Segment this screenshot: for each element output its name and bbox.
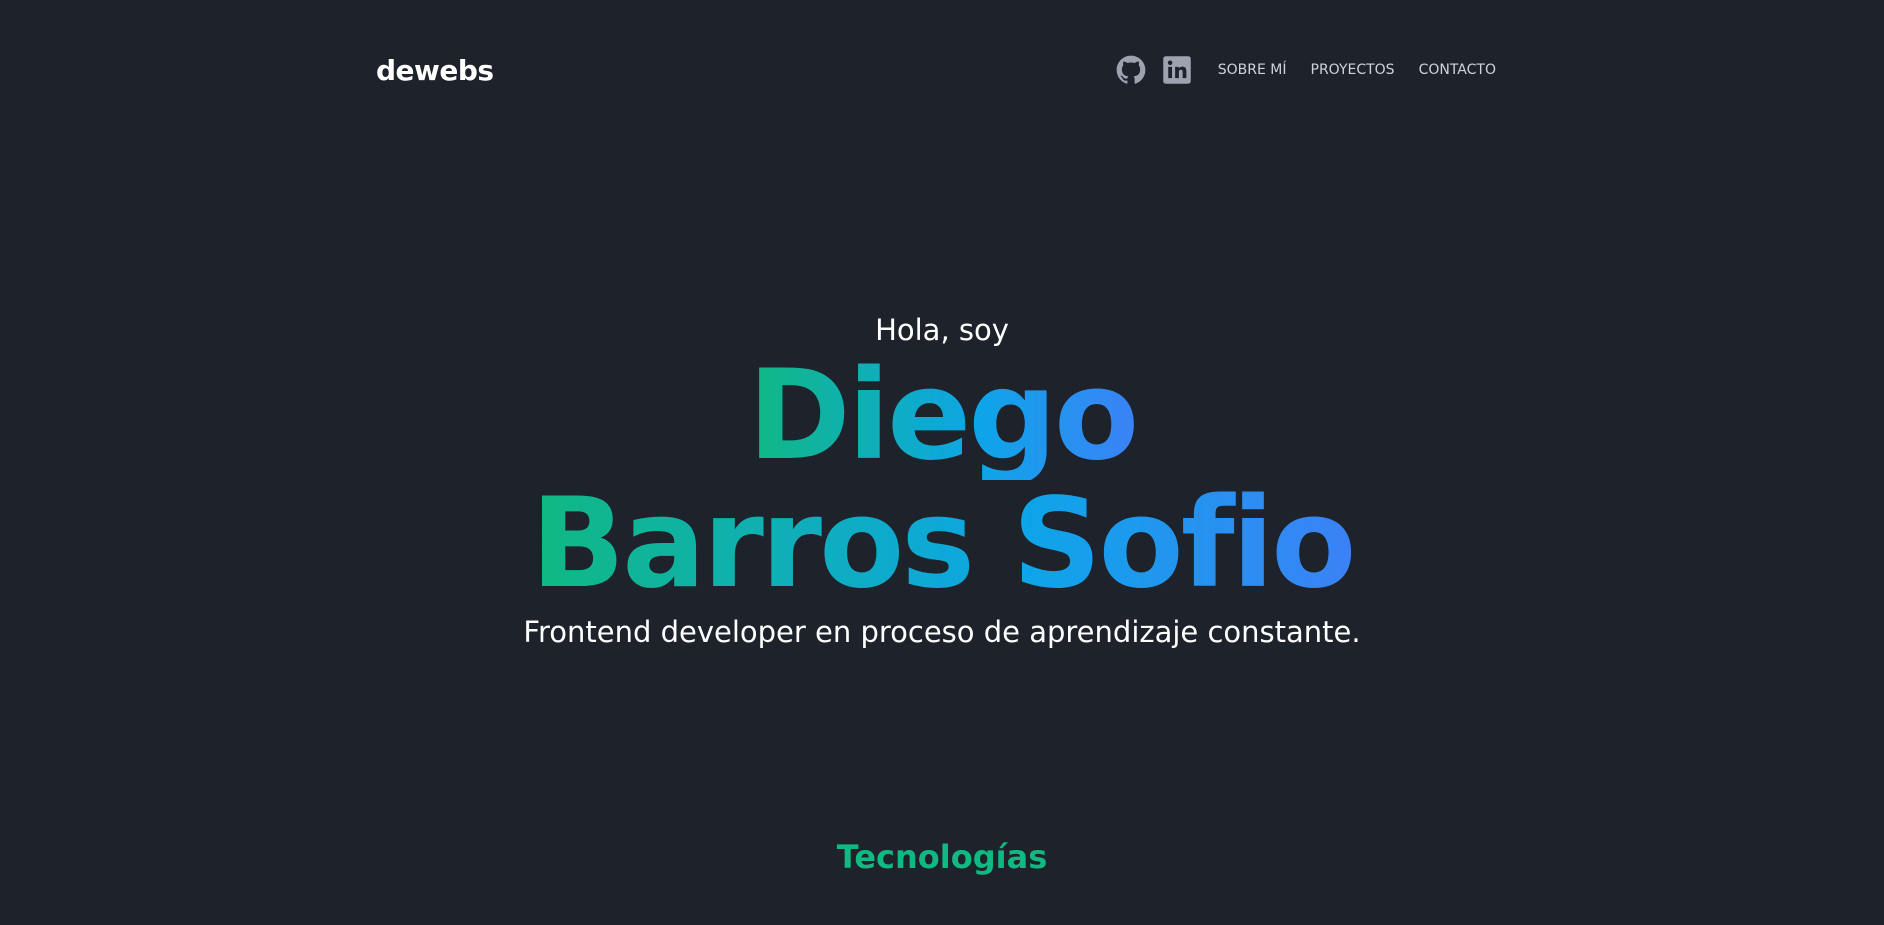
site-logo[interactable]: dewebs <box>376 54 494 87</box>
hero-name-line2: Barros Sofio <box>530 472 1357 616</box>
nav-links: SOBRE MÍ PROYECTOS CONTACTO <box>1116 55 1496 85</box>
nav-link-sobre-mi[interactable]: SOBRE MÍ <box>1218 62 1287 78</box>
linkedin-icon[interactable] <box>1162 55 1192 85</box>
github-icon[interactable] <box>1116 55 1146 85</box>
nav-link-contacto[interactable]: CONTACTO <box>1419 62 1496 78</box>
top-navbar: dewebs SOBRE MÍ PROYECTOS CONTACTO <box>376 48 1496 92</box>
page: dewebs SOBRE MÍ PROYECTOS CONTACTO Hola, <box>0 0 1884 925</box>
hero-section: Hola, soy Diego Barros Sofio Frontend de… <box>0 308 1884 654</box>
hero-name: Diego Barros Sofio <box>0 352 1884 608</box>
hero-tagline: Frontend developer en proceso de aprendi… <box>523 615 1361 649</box>
hero-name-line1: Diego <box>747 344 1139 488</box>
technologies-heading: Tecnologías <box>836 838 1048 876</box>
nav-link-proyectos[interactable]: PROYECTOS <box>1311 62 1395 78</box>
